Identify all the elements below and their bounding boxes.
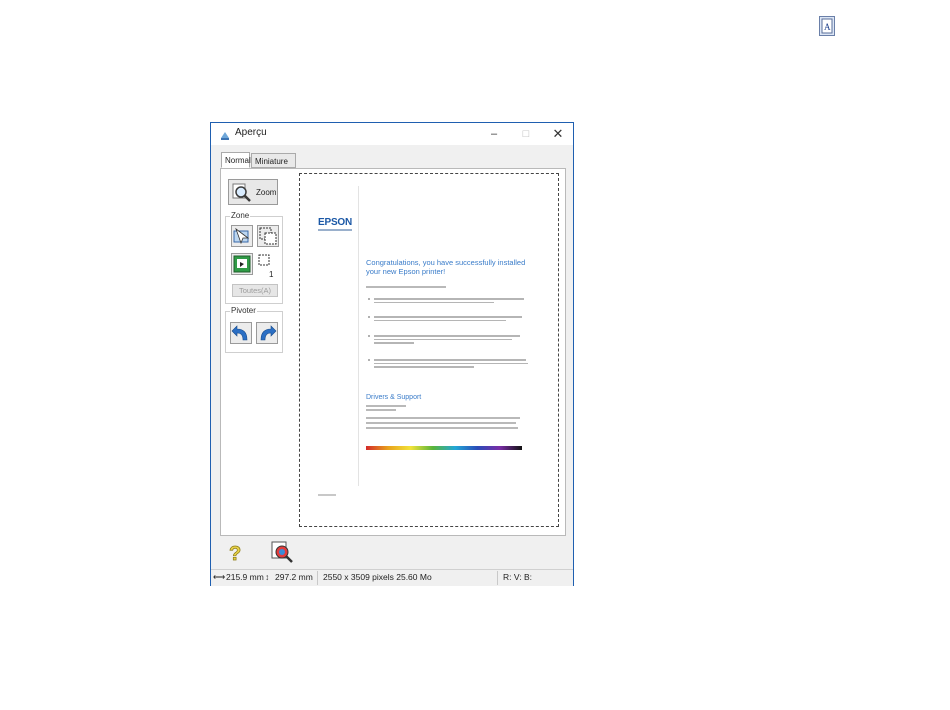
preview-panel: Zoom Zone 1 Toutes(A) Pivoter EPSON Cong… <box>220 168 566 536</box>
epson-tagline <box>318 229 352 231</box>
preview-settings-icon <box>270 541 294 568</box>
zoom-button[interactable]: Zoom <box>228 179 278 205</box>
drivers-heading: Drivers & Support <box>366 394 422 401</box>
zone-label: Zone <box>230 211 251 220</box>
zoom-label: Zoom <box>256 188 277 197</box>
marquee-icon <box>257 254 271 271</box>
close-button[interactable]: ✕ <box>543 124 573 144</box>
document-bullet <box>368 316 528 323</box>
height-arrow-icon: ↕ <box>265 572 270 582</box>
select-area-button[interactable] <box>231 225 253 247</box>
action-bar: ? <box>220 538 566 568</box>
document-text-line <box>366 417 520 419</box>
zone-group: Zone 1 Toutes(A) <box>225 211 283 304</box>
document-text-line <box>366 427 518 429</box>
duplicate-marquee-icon <box>258 227 278 250</box>
auto-locate-icon <box>232 255 252 278</box>
title-bar: Aperçu – □ ✕ <box>211 123 573 145</box>
document-text-line <box>366 409 396 411</box>
document-headline: Congratulations, you have successfully i… <box>366 258 526 276</box>
rotate-right-button[interactable] <box>256 322 278 344</box>
document-width: 215.9 mm <box>226 572 264 582</box>
svg-text:A: A <box>824 22 831 32</box>
preview-settings-button[interactable] <box>270 540 294 564</box>
marquee-count: 1 <box>269 270 274 279</box>
status-bar: ⟷ 215.9 mm ↕ 297.2 mm 2550 x 3509 pixels… <box>211 569 573 586</box>
rotate-left-button[interactable] <box>230 322 252 344</box>
select-all-button[interactable]: Toutes(A) <box>232 284 278 297</box>
maximize-button[interactable]: □ <box>511 124 541 144</box>
pixel-info: 2550 x 3509 pixels 25.60 Mo <box>323 572 432 582</box>
document-bullet <box>368 335 528 346</box>
scanner-document-icon: A <box>819 16 835 36</box>
window-title: Aperçu <box>235 127 267 138</box>
width-arrow-icon: ⟷ <box>213 572 226 582</box>
epson-logo: EPSON <box>318 217 353 228</box>
svg-text:?: ? <box>229 543 241 564</box>
help-button[interactable]: ? <box>224 540 246 566</box>
document-height: 297.2 mm <box>275 572 313 582</box>
rotate-left-icon <box>231 325 251 347</box>
document-bullet <box>368 298 528 305</box>
page-divider <box>358 186 359 486</box>
zoom-magnifier-icon <box>232 183 252 208</box>
marquee-button[interactable] <box>257 253 279 275</box>
preview-image-area[interactable]: EPSON Congratulations, you have successf… <box>299 173 559 527</box>
help-icon: ? <box>224 543 246 568</box>
pivot-label: Pivoter <box>230 306 257 315</box>
document-intro-line <box>366 286 446 288</box>
duplicate-marquee-button[interactable] <box>257 225 279 247</box>
auto-locate-button[interactable] <box>231 253 253 275</box>
document-footnote <box>318 494 336 496</box>
document-bullet <box>368 359 528 370</box>
document-text-line <box>366 405 406 407</box>
tab-normal[interactable]: Normal <box>221 152 251 168</box>
app-icon <box>219 128 231 140</box>
color-bar <box>366 446 522 450</box>
select-area-icon <box>232 227 252 250</box>
preview-window: Aperçu – □ ✕ Normal Miniature Zoom Zone <box>210 122 574 586</box>
rgb-readout: R: V: B: <box>503 572 532 582</box>
pivot-group: Pivoter <box>225 306 283 353</box>
minimize-button[interactable]: – <box>479 124 509 144</box>
tab-miniature[interactable]: Miniature <box>251 153 296 168</box>
document-text-line <box>366 422 516 424</box>
rotate-right-icon <box>257 325 277 347</box>
